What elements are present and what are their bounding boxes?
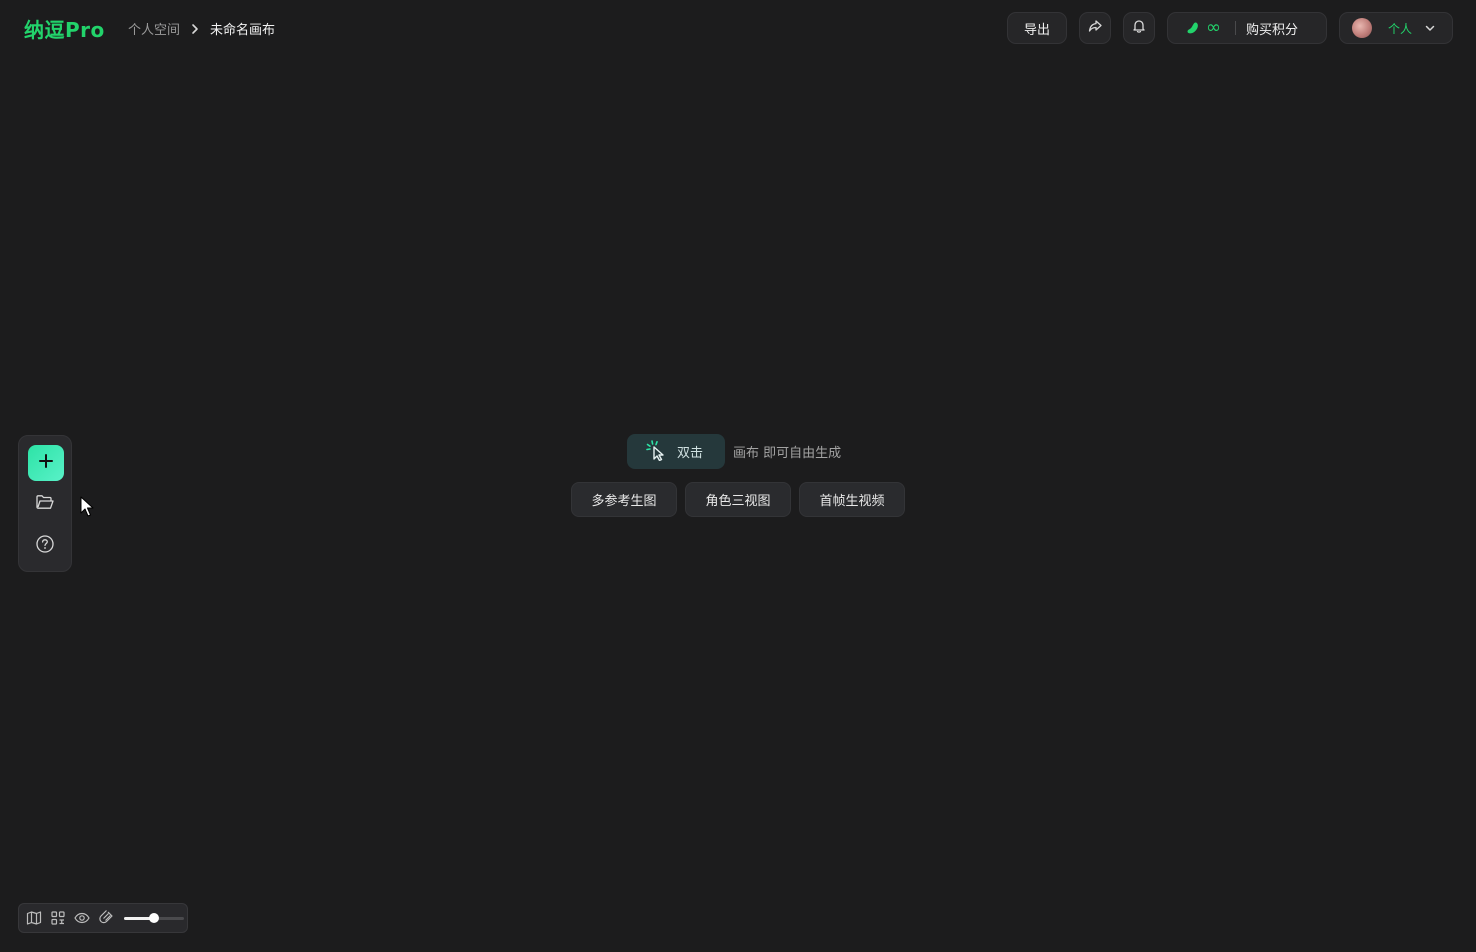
- export-button[interactable]: 导出: [1007, 12, 1067, 44]
- open-folder-button[interactable]: [34, 493, 56, 515]
- bell-icon: [1131, 18, 1147, 38]
- account-menu[interactable]: 个人: [1339, 12, 1453, 44]
- help-icon: [35, 534, 55, 558]
- export-label: 导出: [1023, 22, 1050, 38]
- double-click-label: 双击: [677, 446, 704, 461]
- mouse-cursor-icon: [80, 496, 94, 522]
- chevron-right-icon: [190, 23, 200, 35]
- bottom-toolbar: [18, 903, 188, 933]
- help-button[interactable]: [34, 535, 56, 557]
- quick-action-character-three-view[interactable]: 角色三视图: [685, 482, 791, 517]
- share-icon: [1087, 18, 1103, 38]
- canvas-hint: 双击 画布 即可自由生成: [627, 434, 841, 469]
- credits-amount: ∞: [1206, 17, 1221, 38]
- hint-text: 画布 即可自由生成: [733, 446, 842, 461]
- breadcrumb: 个人空间 未命名画布: [128, 19, 275, 38]
- folder-icon: [35, 493, 55, 515]
- double-click-chip: 双击: [627, 434, 725, 469]
- plus-icon: [37, 452, 55, 474]
- quick-actions: 多参考生图 角色三视图 首帧生视频: [571, 482, 905, 517]
- canvas-app[interactable]: 纳逗Pro 个人空间 未命名画布 导出 ∞ 购买积分 个人 双击 画布 即可自由…: [0, 0, 1476, 952]
- add-node-button[interactable]: [28, 445, 64, 481]
- bean-icon: [1186, 21, 1200, 35]
- credits-panel[interactable]: ∞ 购买积分: [1167, 12, 1327, 44]
- zoom-slider[interactable]: [124, 912, 186, 924]
- eye-icon[interactable]: [74, 910, 90, 926]
- map-icon[interactable]: [26, 910, 42, 926]
- quick-action-first-frame-video[interactable]: 首帧生视频: [799, 482, 905, 517]
- cursor-click-icon: [645, 439, 667, 465]
- breadcrumb-current[interactable]: 未命名画布: [210, 19, 275, 38]
- quick-action-multi-reference[interactable]: 多参考生图: [571, 482, 677, 517]
- buy-credits-link[interactable]: 购买积分: [1246, 19, 1298, 38]
- account-label: 个人: [1388, 21, 1413, 36]
- chevron-down-icon: [1424, 22, 1436, 34]
- app-logo[interactable]: 纳逗Pro: [24, 14, 105, 43]
- grid-icon[interactable]: [50, 910, 66, 926]
- zoom-slider-thumb[interactable]: [149, 913, 159, 923]
- left-toolbar: [18, 435, 72, 572]
- avatar: [1352, 18, 1372, 38]
- breadcrumb-parent[interactable]: 个人空间: [128, 19, 180, 38]
- notifications-button[interactable]: [1123, 12, 1155, 44]
- credits-divider: [1235, 21, 1236, 35]
- share-button[interactable]: [1079, 12, 1111, 44]
- magnet-icon[interactable]: [98, 910, 114, 926]
